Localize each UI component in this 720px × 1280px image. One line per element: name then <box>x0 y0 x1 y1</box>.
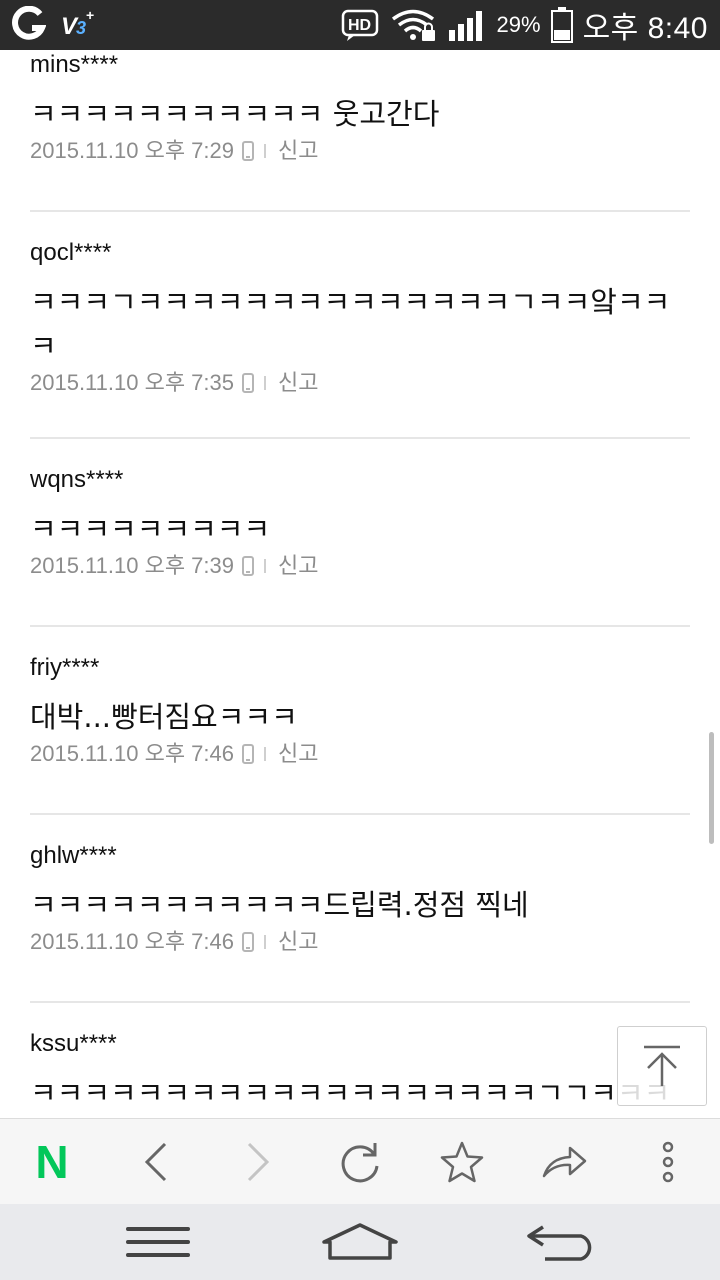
comment-meta: 2015.11.10 오후 7:39 신고 <box>30 551 690 581</box>
comment-username[interactable]: qocl**** <box>30 238 690 268</box>
comment-text: ㅋㅋㅋㅋㅋㅋㅋㅋㅋㅋㅋㅋㅋㅋㅋㅋㅋㅋㅋㄱㄱㅋㅋㅋ <box>30 1076 671 1110</box>
more-vertical-icon <box>662 1141 674 1183</box>
comment-username[interactable]: kssu**** <box>30 1029 690 1059</box>
v3-plus-icon: V 3 + <box>61 7 94 40</box>
comment-date: 2015.11.10 오후 7:39 <box>30 553 234 578</box>
star-icon <box>440 1141 484 1183</box>
meta-separator <box>264 144 266 158</box>
scroll-to-top-button[interactable] <box>617 1026 707 1106</box>
comment-item: ghlw**** ㅋㅋㅋㅋㅋㅋㅋㅋㅋㅋㅋ드립력.정점 찍네 2015.11.10… <box>30 841 690 957</box>
signal-icon <box>448 11 482 41</box>
status-time: 오후 8:40 <box>582 12 708 45</box>
comment-meta: 2015.11.10 오후 7:46 신고 <box>30 739 690 769</box>
status-bar-right: HD 29% 오후 8:40 <box>341 6 708 45</box>
refresh-icon <box>341 1143 379 1183</box>
comment-item: qocl**** ㅋㅋㅋㄱㅋㅋㅋㅋㅋㅋㅋㅋㅋㅋㅋㅋㅋㅋㄱㅋㅋ앜ㅋㅋㅋ 2015.… <box>30 238 690 398</box>
comment-divider <box>30 210 690 212</box>
comment-username[interactable]: mins**** <box>30 50 690 80</box>
menu-icon <box>126 1227 190 1257</box>
forward-button[interactable] <box>206 1119 310 1205</box>
carrier-logo-icon <box>12 6 46 40</box>
comment-date: 2015.11.10 오후 7:46 <box>30 741 234 766</box>
battery-icon <box>550 7 573 43</box>
comment-divider <box>30 1001 690 1003</box>
report-link[interactable]: 신고 <box>278 368 318 398</box>
meta-separator <box>264 559 266 573</box>
back-icon <box>527 1225 592 1261</box>
comment-date: 2015.11.10 오후 7:46 <box>30 929 234 954</box>
mobile-icon <box>242 744 254 764</box>
status-bar: V 3 + HD 29% 오후 8:40 <box>0 0 720 50</box>
home-button[interactable] <box>260 1204 460 1280</box>
svg-text:HD: HD <box>348 17 371 34</box>
report-link[interactable]: 신고 <box>278 927 318 957</box>
comment-meta: 2015.11.10 오후 7:29 신고 <box>30 136 690 166</box>
browser-toolbar: N <box>0 1118 720 1204</box>
meta-separator <box>264 376 266 390</box>
svg-text:3: 3 <box>76 18 86 38</box>
more-button[interactable] <box>616 1119 720 1205</box>
home-icon <box>322 1223 398 1260</box>
bookmark-button[interactable] <box>410 1119 514 1205</box>
status-bar-left: V 3 + <box>10 6 96 42</box>
comment-item: wqns**** ㅋㅋㅋㅋㅋㅋㅋㅋㅋ 2015.11.10 오후 7:39 신고 <box>30 465 690 581</box>
svg-text:+: + <box>86 7 94 23</box>
battery-percent: 29% <box>496 12 541 37</box>
comment-date: 2015.11.10 오후 7:29 <box>30 138 234 163</box>
comment-text: ㅋㅋㅋㅋㅋㅋㅋㅋㅋ <box>30 512 271 546</box>
comment-list: mins**** ㅋㅋㅋㅋㅋㅋㅋㅋㅋㅋㅋ 웃고간다 2015.11.10 오후 … <box>0 50 720 1118</box>
report-link[interactable]: 신고 <box>278 551 318 581</box>
comment-username[interactable]: ghlw**** <box>30 841 690 871</box>
share-button[interactable] <box>512 1119 616 1205</box>
nav-back-button[interactable] <box>462 1204 662 1280</box>
comment-meta: 2015.11.10 오후 7:35 신고 <box>30 368 690 398</box>
meta-separator <box>264 935 266 949</box>
refresh-button[interactable] <box>308 1119 412 1205</box>
comment-date: 2015.11.10 오후 7:35 <box>30 370 234 395</box>
chevron-right-icon <box>247 1142 270 1182</box>
hd-voice-icon: HD <box>341 9 378 41</box>
comment-item: friy**** 대박...빵터짐요ㅋㅋㅋ 2015.11.10 오후 7:46… <box>30 653 690 769</box>
share-icon <box>542 1146 587 1178</box>
scroll-to-top-icon <box>644 1045 680 1086</box>
comment-item: kssu**** ㅋㅋㅋㅋㅋㅋㅋㅋㅋㅋㅋㅋㅋㅋㅋㅋㅋㅋㅋㄱㄱㅋㅋㅋ <box>30 1029 690 1115</box>
comment-text: ㅋㅋㅋㅋㅋㅋㅋㅋㅋㅋㅋ 웃고간다 <box>30 97 440 131</box>
wifi-lock-icon <box>391 9 435 41</box>
scroll-indicator[interactable] <box>709 732 714 844</box>
mobile-icon <box>242 373 254 393</box>
menu-button[interactable] <box>58 1204 258 1280</box>
system-nav-bar <box>0 1204 720 1280</box>
report-link[interactable]: 신고 <box>278 136 318 166</box>
comment-divider <box>30 437 690 439</box>
naver-logo: N <box>35 1136 69 1188</box>
mobile-icon <box>242 556 254 576</box>
report-link[interactable]: 신고 <box>278 739 318 769</box>
comment-meta: 2015.11.10 오후 7:46 신고 <box>30 927 690 957</box>
comment-divider <box>30 625 690 627</box>
comment-item: mins**** ㅋㅋㅋㅋㅋㅋㅋㅋㅋㅋㅋ 웃고간다 2015.11.10 오후 … <box>30 50 690 166</box>
back-button[interactable] <box>104 1119 208 1205</box>
meta-separator <box>264 747 266 761</box>
comment-text: ㅋㅋㅋㅋㅋㅋㅋㅋㅋㅋㅋ드립력.정점 찍네 <box>30 888 529 922</box>
comment-text: ㅋㅋㅋㄱㅋㅋㅋㅋㅋㅋㅋㅋㅋㅋㅋㅋㅋㅋㄱㅋㅋ앜ㅋㅋㅋ <box>30 285 671 363</box>
chevron-left-icon <box>144 1142 167 1182</box>
mobile-icon <box>242 141 254 161</box>
comment-text: 대박...빵터짐요ㅋㅋㅋ <box>30 700 298 734</box>
comment-divider <box>30 813 690 815</box>
comment-username[interactable]: friy**** <box>30 653 690 683</box>
mobile-icon <box>242 932 254 952</box>
comment-username[interactable]: wqns**** <box>30 465 690 495</box>
naver-home-button[interactable]: N <box>0 1119 104 1205</box>
